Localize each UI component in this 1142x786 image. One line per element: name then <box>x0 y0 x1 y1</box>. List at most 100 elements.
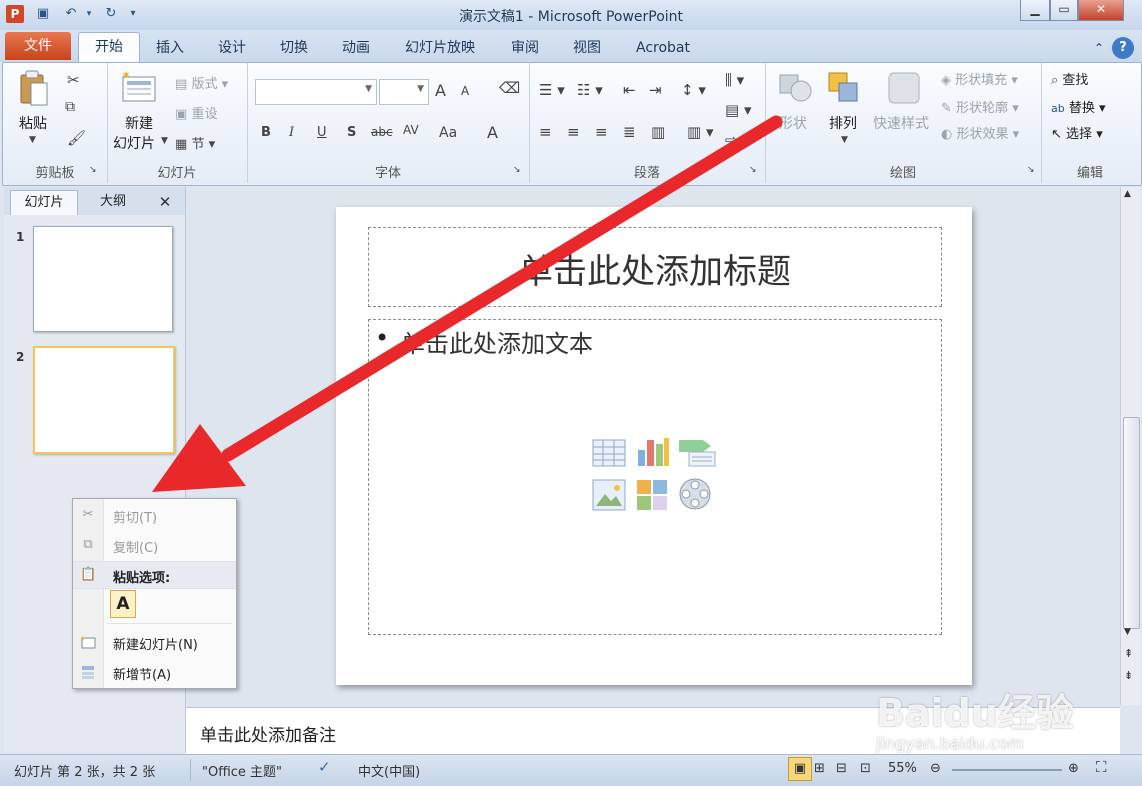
paste-icon[interactable] <box>15 69 53 109</box>
scroll-up-icon[interactable]: ▲ <box>1124 189 1131 199</box>
zoom-in-icon[interactable]: ⊕ <box>1068 761 1079 776</box>
font-size-select[interactable]: ▼ <box>379 79 429 105</box>
bold-button[interactable]: B <box>261 125 271 140</box>
insert-picture-icon[interactable] <box>591 478 627 512</box>
drawing-launcher-icon[interactable]: ↘ <box>1027 165 1035 175</box>
italic-button[interactable]: I <box>289 125 294 140</box>
tab-file[interactable]: 文件 <box>5 32 71 60</box>
zoom-slider[interactable] <box>952 769 1062 771</box>
tab-acrobat[interactable]: Acrobat <box>630 37 696 59</box>
tab-home[interactable]: 开始 <box>78 32 140 63</box>
tab-insert[interactable]: 插入 <box>150 37 190 59</box>
numbering-icon[interactable]: ☷ ▾ <box>577 81 603 99</box>
minimize-ribbon-icon[interactable]: ⌃ <box>1090 37 1108 59</box>
new-slide-icon[interactable]: ✶ <box>119 68 159 109</box>
slide-thumbnail-2[interactable] <box>33 346 175 454</box>
grow-font-icon[interactable]: A <box>435 81 446 100</box>
font-launcher-icon[interactable]: ↘ <box>513 165 521 175</box>
replace-button[interactable]: ab 替换 ▾ <box>1051 97 1106 116</box>
shapes-icon[interactable] <box>777 69 813 111</box>
clear-formatting-icon[interactable]: ⌫ <box>499 79 520 97</box>
reset-button[interactable]: ▣ 重设 <box>175 103 217 122</box>
maximize-button[interactable]: ▭ <box>1050 0 1078 21</box>
copy-icon[interactable]: ⧉ <box>65 99 75 115</box>
shapes-label[interactable]: 形状 <box>779 113 807 133</box>
vertical-scrollbar[interactable]: ▲ ▼ ⇞ ⇟ <box>1120 187 1141 705</box>
tab-animations[interactable]: 动画 <box>336 37 376 59</box>
theme-status[interactable]: "Office 主题" <box>202 761 282 780</box>
zoom-out-icon[interactable]: ⊖ <box>930 761 941 776</box>
shape-outline-button[interactable]: ✎ 形状轮廓 ▾ <box>941 97 1019 116</box>
columns-icon[interactable]: ▥ ▾ <box>687 123 713 141</box>
paste-keep-text-only-button[interactable]: A <box>110 590 136 618</box>
scroll-down-icon[interactable]: ▼ <box>1124 627 1131 637</box>
scroll-thumb[interactable] <box>1123 417 1140 629</box>
strikethrough-button[interactable]: abc <box>371 125 393 139</box>
paste-dropdown-icon[interactable]: ▼ <box>29 135 36 145</box>
change-case-button[interactable]: Aa <box>439 125 457 141</box>
close-button[interactable]: ✕ <box>1078 0 1124 21</box>
slide-sorter-view-icon[interactable]: ⊞ <box>814 761 825 776</box>
tab-outline-panel[interactable]: 大纲 <box>78 190 148 214</box>
menu-item-cut[interactable]: ✂ 剪切(T) <box>73 502 236 528</box>
align-right-icon[interactable]: ≡ <box>595 123 608 141</box>
cut-icon[interactable]: ✂ <box>67 71 80 89</box>
zoom-level[interactable]: 55% <box>888 761 917 776</box>
justify-icon[interactable]: ≣ <box>623 123 636 141</box>
menu-item-new-slide[interactable]: ✶ 新建幻灯片(N) <box>73 629 236 655</box>
bullets-icon[interactable]: ☰ ▾ <box>539 81 565 99</box>
menu-item-copy[interactable]: ⧉ 复制(C) <box>73 532 236 558</box>
help-icon[interactable]: ? <box>1112 37 1134 59</box>
quick-styles-icon[interactable] <box>885 69 925 111</box>
close-panel-icon[interactable]: ✕ <box>150 190 180 214</box>
distributed-icon[interactable]: ▥ <box>651 123 665 141</box>
section-button[interactable]: ▦ 节 ▾ <box>175 133 215 152</box>
minimize-button[interactable]: ▁ <box>1020 0 1050 21</box>
insert-chart-icon[interactable] <box>635 434 671 468</box>
arrange-icon[interactable] <box>825 69 861 111</box>
previous-slide-icon[interactable]: ⇞ <box>1124 648 1133 659</box>
slideshow-view-icon[interactable]: ⊡ <box>860 761 871 776</box>
spellcheck-icon[interactable]: ✓ <box>318 758 331 776</box>
clipboard-launcher-icon[interactable]: ↘ <box>89 165 97 175</box>
language-status[interactable]: 中文(中国) <box>358 761 420 780</box>
char-spacing-button[interactable]: AV <box>403 123 419 137</box>
font-name-select[interactable]: ▼ <box>255 79 377 105</box>
arrange-label[interactable]: 排列 <box>829 113 857 133</box>
align-text-icon[interactable]: ▤ ▾ <box>725 101 751 119</box>
tab-review[interactable]: 审阅 <box>505 37 545 59</box>
shrink-font-icon[interactable]: A <box>461 84 469 98</box>
notes-pane[interactable]: 单击此处添加备注 <box>186 707 1120 754</box>
new-slide-label[interactable]: 新建 <box>125 113 153 133</box>
next-slide-icon[interactable]: ⇟ <box>1124 670 1133 681</box>
paragraph-launcher-icon[interactable]: ↘ <box>749 165 757 175</box>
tab-transitions[interactable]: 切换 <box>274 37 314 59</box>
insert-media-icon[interactable] <box>677 476 713 512</box>
shape-effects-button[interactable]: ◐ 形状效果 ▾ <box>941 123 1019 142</box>
arrange-dropdown-icon[interactable]: ▼ <box>841 135 848 145</box>
line-spacing-icon[interactable]: ↕ ▾ <box>681 81 706 99</box>
paste-button[interactable]: 粘贴 <box>19 113 47 133</box>
decrease-indent-icon[interactable]: ⇤ <box>623 81 636 99</box>
slide-canvas[interactable]: 单击此处添加标题 • 单击此处添加文本 <box>336 207 972 685</box>
underline-button[interactable]: U <box>317 125 327 140</box>
insert-table-icon[interactable] <box>591 436 627 468</box>
insert-clipart-icon[interactable] <box>635 478 669 512</box>
tab-design[interactable]: 设计 <box>212 37 252 59</box>
format-painter-icon[interactable]: 🖌 <box>67 129 86 147</box>
font-color-button[interactable]: A <box>487 123 498 142</box>
layout-button[interactable]: ▤ 版式 ▾ <box>175 73 228 92</box>
increase-indent-icon[interactable]: ⇥ <box>649 81 662 99</box>
fit-to-window-icon[interactable]: ⛶ <box>1096 758 1107 776</box>
reading-view-icon[interactable]: ⊟ <box>836 761 847 776</box>
find-button[interactable]: ⌕ 查找 <box>1051 69 1088 88</box>
tab-view[interactable]: 视图 <box>567 37 607 59</box>
title-placeholder[interactable]: 单击此处添加标题 <box>368 227 942 307</box>
align-left-icon[interactable]: ≡ <box>539 123 552 141</box>
align-center-icon[interactable]: ≡ <box>567 123 580 141</box>
tab-slides-panel[interactable]: 幻灯片 <box>10 190 78 215</box>
smartart-icon[interactable]: ⇨ ▾ <box>725 131 750 149</box>
text-shadow-button[interactable]: S <box>347 125 356 140</box>
normal-view-icon[interactable]: ▣ <box>788 757 812 781</box>
shape-fill-button[interactable]: ◈ 形状填充 ▾ <box>941 69 1018 88</box>
